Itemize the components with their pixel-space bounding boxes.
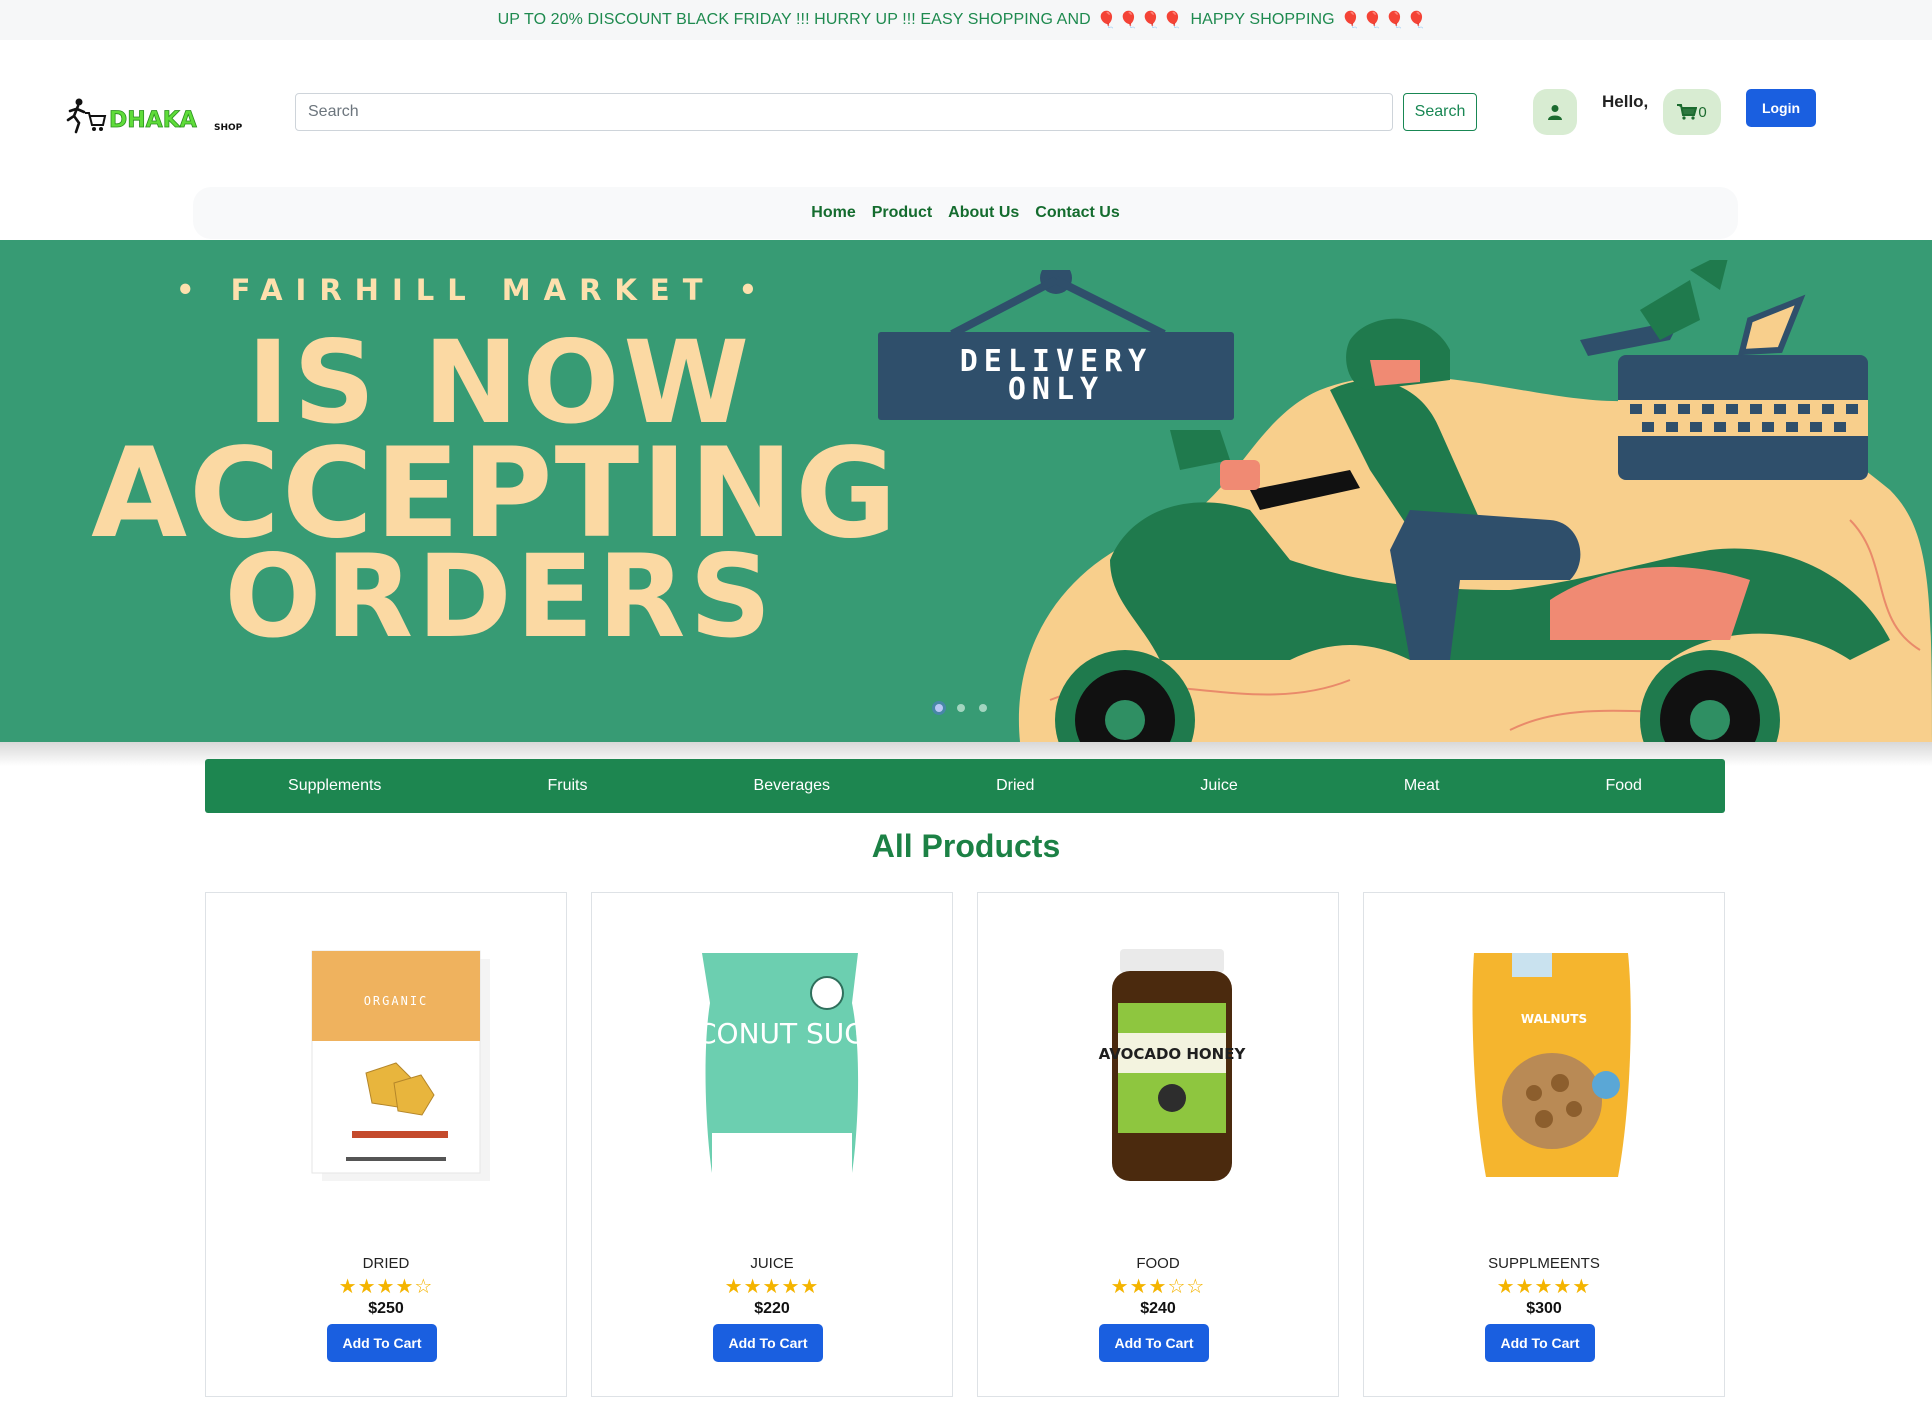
carousel-indicators bbox=[935, 704, 987, 712]
svg-text:COCONUT SUGAR: COCONUT SUGAR bbox=[662, 1017, 882, 1050]
banner-eyebrow: • FAIRHILL MARKET • bbox=[176, 273, 771, 307]
banner-line-3: ORDERS bbox=[224, 530, 776, 663]
product-card: COCONUT SUGAR JUICE ★★★★★ $220 Add To Ca… bbox=[591, 892, 953, 1397]
product-category: JUICE bbox=[750, 1255, 794, 1272]
nav-contact-us[interactable]: Contact Us bbox=[1035, 204, 1119, 222]
walnuts-bag-image: WALNUTS bbox=[1472, 953, 1631, 1177]
search-input[interactable] bbox=[295, 93, 1393, 131]
rating-stars-icon: ★★★★☆ bbox=[338, 1276, 434, 1298]
product-category: FOOD bbox=[1136, 1255, 1180, 1272]
category-meat[interactable]: Meat bbox=[1404, 777, 1440, 795]
category-bar: Supplements Fruits Beverages Dried Juice… bbox=[205, 759, 1725, 813]
carousel-dot-2[interactable] bbox=[957, 704, 965, 712]
cart-count: 0 bbox=[1698, 103, 1707, 121]
svg-text:AVOCADO HONEY: AVOCADO HONEY bbox=[1099, 1045, 1247, 1063]
delivery-scooter-illustration bbox=[1018, 260, 1932, 742]
product-price: $250 bbox=[368, 1300, 404, 1317]
category-food[interactable]: Food bbox=[1605, 777, 1641, 795]
category-juice[interactable]: Juice bbox=[1200, 777, 1237, 795]
svg-text:WALNUTS: WALNUTS bbox=[1521, 1012, 1587, 1026]
nav-about-us[interactable]: About Us bbox=[948, 204, 1019, 222]
product-card: AVOCADO HONEY FOOD ★★★☆☆ $240 Add To Car… bbox=[977, 892, 1339, 1397]
category-beverages[interactable]: Beverages bbox=[754, 777, 831, 795]
product-card: ORGANIC DRIED ★★★★☆ $250 Add To Cart bbox=[205, 892, 567, 1397]
running-man-cart-icon: DHAKA SHOP bbox=[66, 98, 243, 133]
add-to-cart-button[interactable]: Add To Cart bbox=[1099, 1324, 1209, 1362]
product-category: SUPPLMEENTS bbox=[1488, 1255, 1600, 1272]
product-category: DRIED bbox=[362, 1255, 410, 1272]
rating-stars-icon: ★★★★★ bbox=[1496, 1276, 1592, 1298]
rating-stars-icon: ★★★★★ bbox=[724, 1276, 820, 1298]
balloon-icons-2: 🎈🎈🎈🎈 bbox=[1340, 12, 1429, 29]
cart-icon bbox=[1677, 104, 1698, 120]
product-image[interactable]: COCONUT SUGAR bbox=[592, 933, 952, 1193]
login-button[interactable]: Login bbox=[1746, 89, 1816, 127]
user-icon bbox=[1548, 105, 1562, 120]
cart-button[interactable]: 0 bbox=[1663, 89, 1721, 135]
organic-crackers-box-image: ORGANIC bbox=[311, 950, 490, 1181]
search-button[interactable]: Search bbox=[1403, 93, 1477, 131]
product-image[interactable]: ORGANIC bbox=[206, 933, 566, 1193]
add-to-cart-button[interactable]: Add To Cart bbox=[713, 1324, 823, 1362]
announcement-bar: UP TO 20% DISCOUNT BLACK FRIDAY !!! HURR… bbox=[0, 0, 1932, 40]
user-account-button[interactable] bbox=[1533, 89, 1577, 135]
product-image[interactable]: WALNUTS bbox=[1364, 933, 1724, 1193]
product-price: $240 bbox=[1140, 1300, 1176, 1317]
category-dried[interactable]: Dried bbox=[996, 777, 1034, 795]
rating-stars-icon: ★★★☆☆ bbox=[1110, 1276, 1206, 1298]
avocado-honey-jar-image: AVOCADO HONEY bbox=[1099, 949, 1247, 1181]
carousel-dot-3[interactable] bbox=[979, 704, 987, 712]
category-supplements[interactable]: Supplements bbox=[288, 777, 381, 795]
product-price: $220 bbox=[754, 1300, 790, 1317]
category-fruits[interactable]: Fruits bbox=[547, 777, 587, 795]
announcement-text-2: HAPPY SHOPPING bbox=[1190, 11, 1335, 28]
nav-product[interactable]: Product bbox=[872, 204, 932, 222]
coconut-sugar-bag-image: COCONUT SUGAR bbox=[662, 953, 882, 1173]
svg-text:ORGANIC: ORGANIC bbox=[364, 994, 429, 1008]
nav-home[interactable]: Home bbox=[811, 204, 855, 222]
site-logo[interactable]: DHAKA SHOP bbox=[66, 96, 246, 136]
product-image[interactable]: AVOCADO HONEY bbox=[978, 933, 1338, 1193]
section-title: All Products bbox=[871, 828, 1061, 864]
svg-text:SHOP: SHOP bbox=[214, 123, 243, 133]
hero-carousel[interactable]: • FAIRHILL MARKET • IS NOW ACCEPTING ORD… bbox=[0, 240, 1932, 742]
main-nav: Home Product About Us Contact Us bbox=[193, 187, 1738, 239]
svg-text:DHAKA: DHAKA bbox=[109, 108, 197, 133]
balloon-icons: 🎈🎈🎈🎈 bbox=[1096, 12, 1185, 29]
product-price: $300 bbox=[1526, 1300, 1562, 1317]
greeting-text: Hello, bbox=[1602, 92, 1649, 111]
add-to-cart-button[interactable]: Add To Cart bbox=[327, 1324, 437, 1362]
announcement-text: UP TO 20% DISCOUNT BLACK FRIDAY !!! HURR… bbox=[497, 11, 1091, 28]
product-card: WALNUTS SUPPLMEENTS ★★★★★ $300 Add To Ca… bbox=[1363, 892, 1725, 1397]
add-to-cart-button[interactable]: Add To Cart bbox=[1485, 1324, 1595, 1362]
carousel-dot-1[interactable] bbox=[935, 704, 943, 712]
